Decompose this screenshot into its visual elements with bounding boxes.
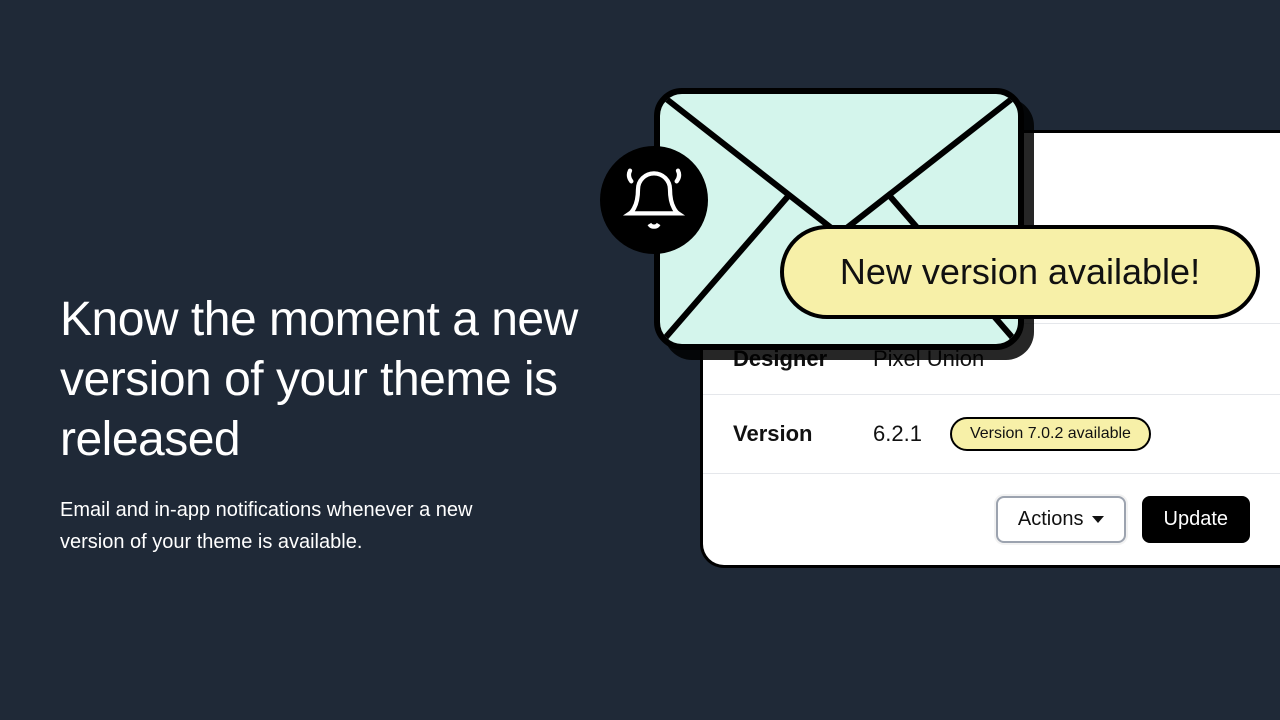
version-available-badge: Version 7.0.2 available — [950, 417, 1151, 451]
actions-button[interactable]: Actions — [996, 496, 1126, 543]
version-label: Version — [733, 421, 873, 447]
update-button[interactable]: Update — [1142, 496, 1251, 543]
new-version-toast: New version available! — [780, 225, 1260, 319]
version-value: 6.2.1 — [873, 421, 922, 447]
actions-button-label: Actions — [1018, 508, 1084, 531]
headline: Know the moment a new version of your th… — [60, 290, 600, 470]
subtext: Email and in-app notifications whenever … — [60, 494, 480, 558]
card-actions: Actions Update — [703, 473, 1280, 565]
version-row: Version 6.2.1 Version 7.0.2 available — [703, 394, 1280, 473]
chevron-down-icon — [1092, 516, 1104, 523]
bell-icon-container — [600, 146, 708, 254]
bell-icon — [622, 168, 686, 232]
